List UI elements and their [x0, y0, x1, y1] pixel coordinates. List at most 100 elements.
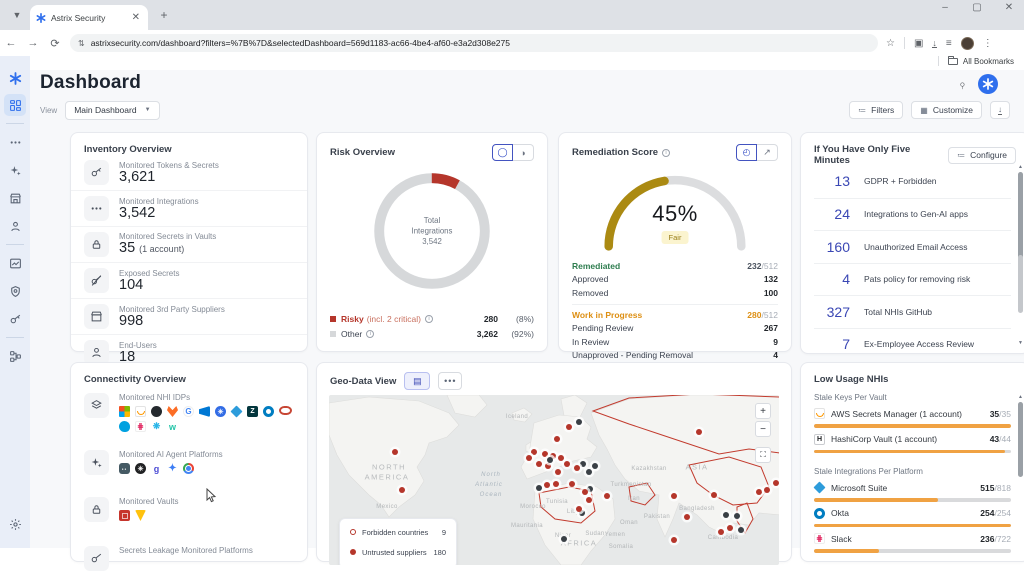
more-options-button[interactable]: ••• — [438, 372, 462, 390]
map-zoom-out-button[interactable]: − — [755, 421, 771, 437]
back-button[interactable]: ← — [0, 37, 22, 49]
untrusted-supplier-marker[interactable] — [727, 525, 733, 531]
tab-close-icon[interactable]: ✕ — [130, 12, 142, 23]
untrusted-supplier-marker[interactable] — [569, 481, 575, 487]
info-icon[interactable]: i — [425, 315, 433, 323]
info-icon[interactable]: i — [366, 330, 374, 338]
reload-button[interactable]: ⟳ — [44, 37, 66, 50]
sidebar-item-dashboard[interactable] — [4, 94, 26, 116]
low-usage-row-microsoft[interactable]: Microsoft Suite 515/818 — [801, 478, 1024, 504]
forward-button[interactable]: → — [22, 37, 44, 49]
untrusted-supplier-marker[interactable] — [586, 497, 592, 503]
astrix-logo-icon[interactable] — [4, 67, 26, 89]
untrusted-supplier-marker[interactable] — [544, 482, 550, 488]
inventory-row-tokens[interactable]: Monitored Tokens & Secrets 3,621 — [71, 155, 307, 190]
untrusted-supplier-marker[interactable] — [553, 481, 559, 487]
untrusted-supplier-marker[interactable] — [399, 487, 405, 493]
five-minutes-item[interactable]: 7Ex-Employee Access Review — [814, 328, 1011, 361]
configure-button[interactable]: ≔ Configure — [948, 147, 1016, 164]
other-marker[interactable] — [561, 536, 567, 542]
five-minutes-item[interactable]: 13GDPR + Forbidden — [814, 165, 1011, 198]
user-avatar[interactable] — [978, 74, 998, 94]
untrusted-supplier-marker[interactable] — [542, 451, 548, 457]
sidebar-item-workflows[interactable] — [4, 345, 26, 367]
scroll-down-icon[interactable]: ▼ — [1016, 339, 1024, 347]
browser-tab[interactable]: Astrix Security ✕ — [30, 5, 148, 30]
other-marker[interactable] — [586, 469, 592, 475]
other-marker[interactable] — [547, 457, 553, 463]
inventory-row-vault-secrets[interactable]: Monitored Secrets in Vaults 35 (1 accoun… — [71, 226, 307, 262]
search-icon[interactable]: ⌕ — [955, 76, 970, 91]
world-map[interactable]: IcelandNORTHAMERICANorthAtlanticOceanKaz… — [329, 395, 779, 565]
other-marker[interactable] — [580, 461, 586, 467]
map-fullscreen-button[interactable]: ⛶ — [755, 447, 771, 463]
untrusted-supplier-marker[interactable] — [684, 514, 690, 520]
sidebar-item-users[interactable] — [4, 215, 26, 237]
five-minutes-item[interactable]: 24Integrations to Gen-AI apps — [814, 198, 1011, 231]
donut-view-toggle[interactable]: ◯ — [492, 144, 513, 161]
untrusted-supplier-marker[interactable] — [756, 489, 762, 495]
untrusted-supplier-marker[interactable] — [604, 493, 610, 499]
dashboard-view-select[interactable]: Main Dashboard ▼ — [65, 101, 159, 120]
pie-view-toggle[interactable]: ◑ — [513, 144, 534, 161]
other-marker[interactable] — [576, 419, 582, 425]
window-maximize-button[interactable]: ▢ — [970, 2, 984, 13]
sidebar-item-settings[interactable] — [4, 513, 26, 535]
downloads-icon[interactable]: ↓ — [932, 39, 937, 48]
customize-button[interactable]: ▦ Customize — [911, 101, 982, 119]
scrollbar-thumb[interactable] — [1018, 402, 1023, 477]
site-settings-icon[interactable]: ⇅ — [78, 39, 85, 48]
untrusted-supplier-marker[interactable] — [558, 455, 564, 461]
untrusted-supplier-marker[interactable] — [576, 506, 582, 512]
sidebar-item-suppliers[interactable] — [4, 187, 26, 209]
gauge-view-toggle[interactable]: ◴ — [736, 144, 757, 161]
reading-list-icon[interactable]: ≡ — [946, 38, 952, 49]
window-close-button[interactable]: ✕ — [1002, 2, 1016, 13]
trend-view-toggle[interactable]: ↗ — [757, 144, 778, 161]
map-view-toggle[interactable]: ▤ — [404, 372, 430, 390]
untrusted-supplier-marker[interactable] — [773, 480, 779, 486]
info-icon[interactable]: i — [662, 149, 670, 157]
bookmark-star-icon[interactable]: ☆ — [886, 38, 895, 49]
untrusted-supplier-marker[interactable] — [582, 489, 588, 495]
untrusted-supplier-marker[interactable] — [671, 493, 677, 499]
window-minimize-button[interactable]: – — [938, 2, 952, 13]
other-marker[interactable] — [536, 485, 542, 491]
sidebar-item-security[interactable] — [4, 280, 26, 302]
page-scrollbar-thumb[interactable] — [1018, 255, 1023, 313]
untrusted-supplier-marker[interactable] — [554, 436, 560, 442]
untrusted-supplier-marker[interactable] — [711, 492, 717, 498]
low-usage-row-aws[interactable]: AWS Secrets Manager (1 account) 35/35 — [801, 404, 1024, 430]
five-minutes-item[interactable]: 160Unauthorized Email Access — [814, 230, 1011, 263]
untrusted-supplier-marker[interactable] — [555, 469, 561, 475]
scroll-up-icon[interactable]: ▲ — [1016, 393, 1024, 401]
tab-search-chevron-icon[interactable]: ▼ — [6, 4, 28, 26]
inventory-row-suppliers[interactable]: Monitored 3rd Party Suppliers 998 — [71, 298, 307, 334]
low-usage-row-slack[interactable]: Slack 236/722 — [801, 529, 1024, 555]
sidebar-item-integrations[interactable] — [4, 131, 26, 153]
low-usage-row-okta[interactable]: Okta 254/254 — [801, 504, 1024, 530]
sidebar-item-ai[interactable] — [4, 159, 26, 181]
low-usage-row-hashicorp[interactable]: HashiCorp Vault (1 account) 43/44 — [801, 430, 1024, 456]
untrusted-supplier-marker[interactable] — [536, 461, 542, 467]
five-minutes-item[interactable]: 327Total NHIs GitHub — [814, 295, 1011, 328]
other-marker[interactable] — [592, 463, 598, 469]
other-marker[interactable] — [738, 527, 744, 533]
card-scrollbar[interactable]: ▲ — [1016, 393, 1024, 555]
scroll-up-icon[interactable]: ▲ — [1016, 163, 1024, 171]
filters-button[interactable]: ≔ Filters — [849, 101, 903, 119]
untrusted-supplier-marker[interactable] — [545, 463, 551, 469]
export-button[interactable]: ↓ — [990, 101, 1010, 119]
untrusted-supplier-marker[interactable] — [696, 429, 702, 435]
untrusted-supplier-marker[interactable] — [564, 461, 570, 467]
url-bar[interactable]: ⇅ astrixsecurity.com/dashboard?filters=%… — [70, 34, 878, 52]
browser-menu-icon[interactable]: ⋮ — [983, 38, 993, 49]
untrusted-supplier-marker[interactable] — [764, 487, 770, 493]
untrusted-supplier-marker[interactable] — [526, 455, 532, 461]
new-tab-button[interactable]: + — [154, 5, 174, 25]
untrusted-supplier-marker[interactable] — [566, 424, 572, 430]
other-marker[interactable] — [723, 512, 729, 518]
other-marker[interactable] — [734, 513, 740, 519]
untrusted-supplier-marker[interactable] — [531, 449, 537, 455]
browser-profile-avatar[interactable] — [961, 37, 974, 50]
